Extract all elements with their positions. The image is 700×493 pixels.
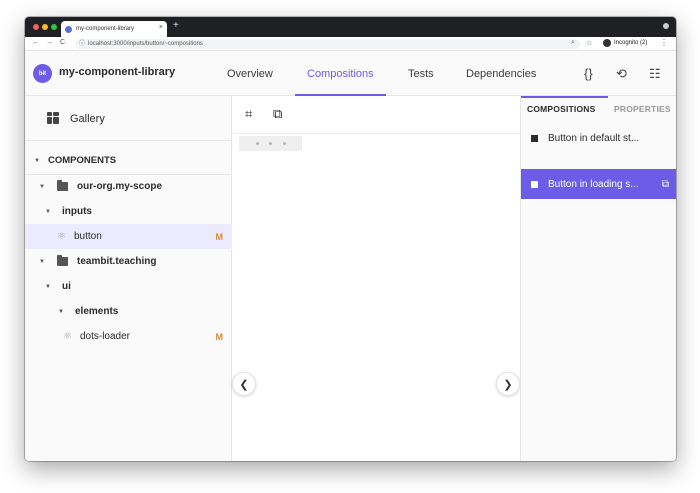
tree-item-label: elements bbox=[75, 306, 119, 317]
chevron-right-icon: ❯ bbox=[503, 378, 513, 391]
scope-icon bbox=[57, 255, 68, 266]
maximize-window-button[interactable] bbox=[51, 24, 57, 30]
composition-square-icon bbox=[531, 134, 538, 142]
code-icon[interactable]: {} bbox=[584, 66, 593, 81]
previous-arrow-button[interactable]: ❮ bbox=[232, 372, 256, 396]
tab-properties-panel[interactable]: PROPERTIES bbox=[614, 104, 671, 114]
history-icon[interactable]: ⟲ bbox=[616, 66, 627, 82]
browser-tab-title: my-component-library bbox=[76, 26, 135, 32]
extension-icon[interactable] bbox=[663, 23, 669, 29]
composition-square-icon bbox=[531, 180, 538, 188]
tab-compositions-panel[interactable]: COMPOSITIONS bbox=[527, 104, 596, 114]
loader-dot bbox=[269, 142, 272, 145]
browser-tab-strip: my-component-library × + bbox=[25, 17, 676, 37]
tab-tests[interactable]: Tests bbox=[408, 52, 434, 96]
tree-item-label: inputs bbox=[62, 206, 92, 217]
tab-close-icon[interactable]: × bbox=[159, 24, 163, 31]
chevron-down-icon: ▼ bbox=[45, 208, 51, 215]
chevron-down-icon: ▼ bbox=[39, 183, 45, 190]
browser-toolbar: ← → C ⓘ localhost:3000/inputs/button/~co… bbox=[25, 37, 676, 51]
app-header: bit my-component-library Overview Compos… bbox=[25, 52, 676, 96]
browser-menu-icon[interactable]: ⋮ bbox=[660, 38, 668, 47]
components-heading[interactable]: ▼ COMPONENTS bbox=[25, 148, 232, 173]
new-tab-button[interactable]: + bbox=[173, 20, 179, 31]
composition-preview: ⌗ ⧉ ❮ ❯ bbox=[232, 96, 520, 461]
scope-icon bbox=[57, 180, 68, 191]
logo-text: bit bbox=[38, 70, 47, 77]
tab-overview[interactable]: Overview bbox=[227, 52, 273, 96]
bit-logo[interactable]: bit bbox=[33, 64, 52, 83]
minimize-window-button[interactable] bbox=[42, 24, 48, 30]
chevron-left-icon: ❮ bbox=[239, 378, 249, 391]
address-bar-url: localhost:3000/inputs/button/~compositio… bbox=[88, 41, 203, 47]
chevron-down-icon: ▼ bbox=[58, 308, 64, 315]
favicon-icon bbox=[65, 25, 72, 33]
address-bar[interactable]: ⓘ localhost:3000/inputs/button/~composit… bbox=[75, 39, 580, 49]
frame-icon[interactable]: ⌗ bbox=[245, 106, 252, 122]
star-icon[interactable]: ☆ bbox=[586, 39, 592, 47]
sidebar-divider bbox=[25, 140, 232, 141]
tree-namespace-inputs[interactable]: ▼ inputs bbox=[25, 199, 232, 224]
incognito-indicator[interactable]: Incognito (2) bbox=[603, 39, 647, 47]
incognito-icon bbox=[603, 39, 611, 47]
tree-item-label: dots-loader bbox=[79, 331, 130, 342]
tree-scope-our-org[interactable]: ▼ our-org.my-scope bbox=[25, 174, 232, 199]
composition-item-active[interactable]: Button in loading s... ⧉ bbox=[521, 169, 676, 199]
composition-label: Button in loading s... bbox=[548, 178, 639, 190]
components-heading-label: COMPONENTS bbox=[48, 155, 117, 166]
active-tab-underline bbox=[521, 96, 608, 98]
tree-namespace-elements[interactable]: ▼ elements bbox=[25, 299, 232, 324]
back-button[interactable]: ← bbox=[32, 39, 39, 46]
modified-badge: M bbox=[215, 331, 224, 342]
info-icon[interactable]: ⓘ bbox=[79, 39, 85, 49]
modified-badge: M bbox=[215, 231, 224, 242]
close-window-button[interactable] bbox=[33, 24, 39, 30]
tree-namespace-ui[interactable]: ▼ ui bbox=[25, 274, 232, 299]
gallery-link[interactable]: Gallery bbox=[47, 112, 105, 125]
react-icon: ⚛ bbox=[63, 331, 72, 342]
open-in-new-tab-icon[interactable]: ⧉ bbox=[662, 179, 669, 190]
dots-loader-preview bbox=[239, 136, 302, 151]
composition-label: Button in default st... bbox=[548, 132, 640, 144]
scope-name[interactable]: my-component-library bbox=[59, 66, 175, 78]
tree-scope-teambit-teaching[interactable]: ▼ teambit.teaching bbox=[25, 249, 232, 274]
zoom-icon[interactable]: ⌕ bbox=[571, 39, 575, 47]
settings-icon[interactable]: ☷ bbox=[649, 66, 661, 82]
next-arrow-button[interactable]: ❯ bbox=[496, 372, 520, 396]
browser-tab[interactable]: my-component-library × bbox=[61, 21, 167, 37]
browser-window: my-component-library × + ← → C ⓘ localho… bbox=[25, 17, 676, 461]
gallery-icon bbox=[47, 112, 60, 125]
sidebar: Gallery ▼ COMPONENTS ▼ our-org.my-scope … bbox=[25, 96, 232, 461]
incognito-label: Incognito (2) bbox=[614, 40, 648, 46]
tree-item-label: our-org.my-scope bbox=[77, 181, 163, 192]
loader-dot bbox=[255, 142, 259, 145]
right-panel: COMPOSITIONS PROPERTIES Button in defaul… bbox=[520, 96, 676, 461]
reload-button[interactable]: C bbox=[60, 39, 65, 46]
tab-compositions[interactable]: Compositions bbox=[295, 52, 386, 96]
tree-item-label: button bbox=[73, 231, 102, 242]
open-in-new-tab-icon[interactable]: ⧉ bbox=[273, 106, 282, 122]
chevron-down-icon: ▼ bbox=[45, 283, 51, 290]
tree-item-label: ui bbox=[62, 281, 71, 292]
gallery-label: Gallery bbox=[70, 112, 105, 125]
loader-dot bbox=[282, 142, 286, 145]
tree-component-button[interactable]: ⚛ button M bbox=[25, 224, 232, 249]
chevron-down-icon: ▼ bbox=[39, 258, 45, 265]
tab-dependencies[interactable]: Dependencies bbox=[466, 52, 536, 96]
tree-component-dots-loader[interactable]: ⚛ dots-loader M bbox=[25, 324, 232, 349]
chevron-down-icon: ▼ bbox=[34, 157, 40, 164]
react-icon: ⚛ bbox=[57, 231, 66, 242]
preview-toolbar: ⌗ ⧉ bbox=[233, 96, 520, 134]
tree-item-label: teambit.teaching bbox=[77, 256, 157, 267]
composition-item[interactable]: Button in default st... bbox=[521, 123, 676, 153]
forward-button[interactable]: → bbox=[46, 39, 53, 46]
